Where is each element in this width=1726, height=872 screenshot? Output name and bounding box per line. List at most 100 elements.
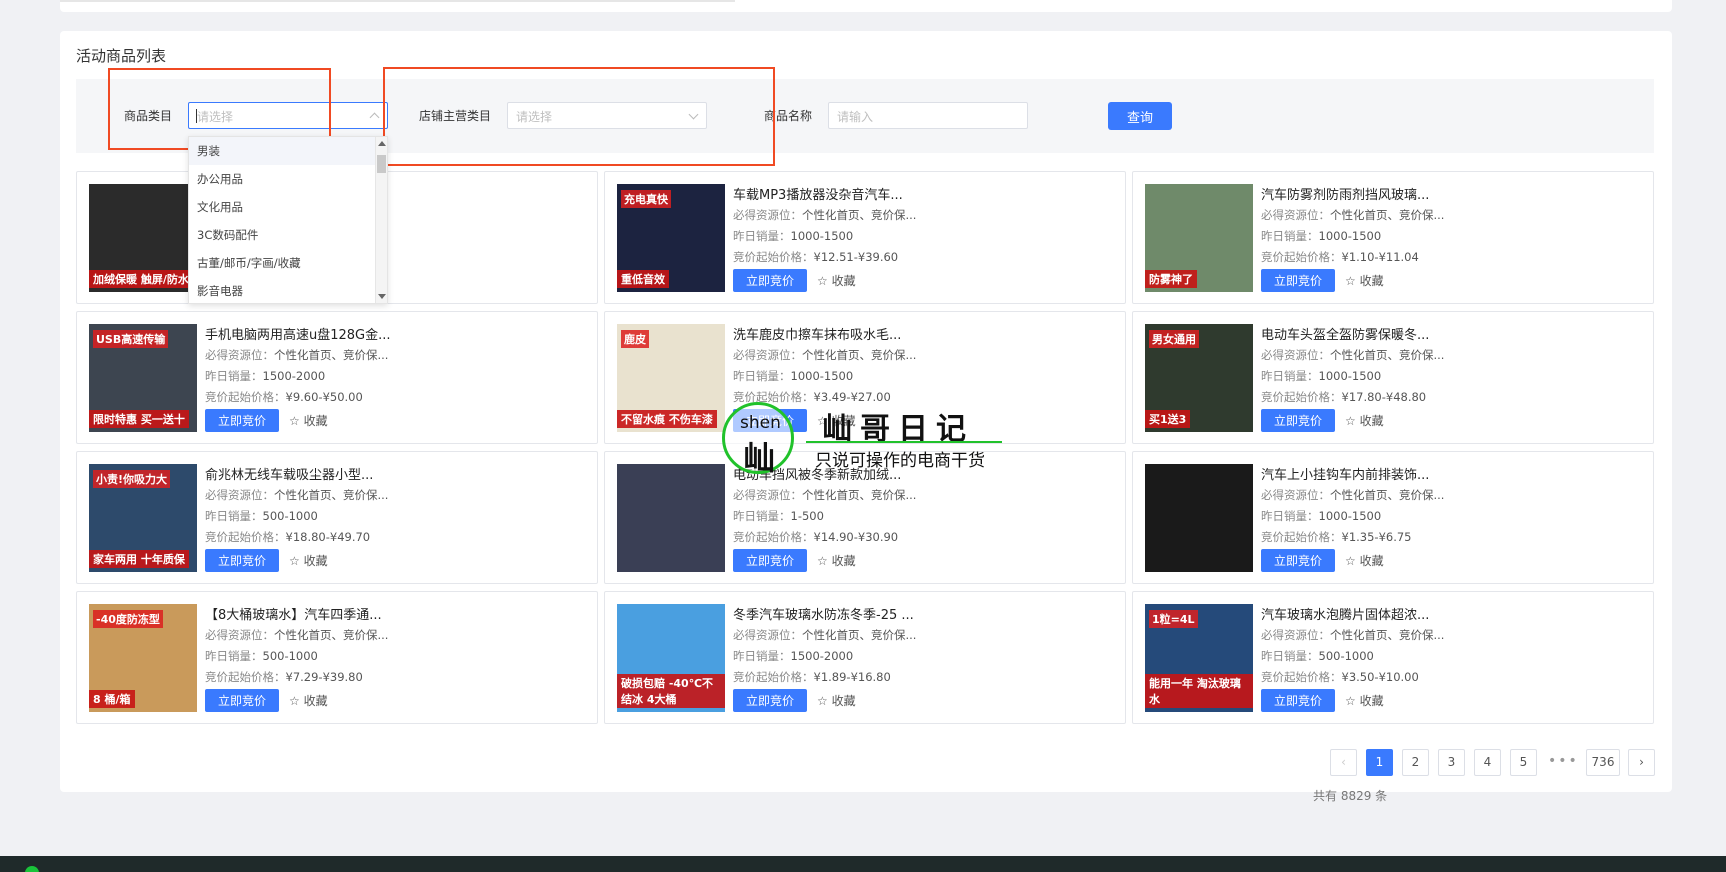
favorite-button[interactable]: ☆ 收藏 (289, 552, 328, 569)
category-option[interactable]: 男装 (189, 137, 387, 165)
product-name-input[interactable]: 请输入 (828, 102, 1028, 129)
product-card[interactable]: 破损包赔 -40℃不结冰 4大桶 冬季汽车玻璃水防冻冬季-25 ... 必得资源位：… (604, 591, 1126, 724)
resource-label: 必得资源位： (205, 348, 274, 362)
product-card[interactable]: 防雾神了 汽车防雾剂防雨剂挡风玻璃... 必得资源位：个性化首页、竞价保... 昨日销… (1132, 171, 1654, 304)
last-page-button[interactable]: 736 (1586, 749, 1620, 776)
favorite-button[interactable]: ☆ 收藏 (1345, 412, 1384, 429)
price-label: 竞价起始价格： (205, 670, 286, 684)
product-image[interactable] (1145, 464, 1253, 572)
product-title[interactable]: 俞兆林无线车载吸尘器小型... (205, 464, 373, 483)
page-button[interactable]: 4 (1474, 749, 1501, 776)
product-title[interactable]: 汽车上小挂钩车内前排装饰... (1261, 464, 1429, 483)
sales-line: 昨日销量：500-1000 (205, 508, 318, 524)
product-card[interactable]: 男女通用 买1送3 电动车头盔全盔防雾保暖冬... 必得资源位：个性化首页、竞价保..… (1132, 311, 1654, 444)
resource-label: 必得资源位： (1261, 488, 1330, 502)
product-title[interactable]: 汽车玻璃水泡腾片固体超浓... (1261, 604, 1429, 623)
bid-button[interactable]: 立即竞价 (733, 549, 807, 572)
product-card[interactable]: -40度防冻型 8 桶/箱 【8大桶玻璃水】汽车四季通... 必得资源位：个性化首页、… (76, 591, 598, 724)
resource-value: 个性化首页、竞价保... (1330, 208, 1445, 222)
resource-label: 必得资源位： (205, 488, 274, 502)
next-page-button[interactable]: › (1628, 749, 1655, 776)
product-title[interactable]: 电动车头盔全盔防雾保暖冬... (1261, 324, 1429, 343)
category-option[interactable]: 影音电器 (189, 277, 387, 303)
product-card[interactable]: USB高速传输 限时特惠 买一送十 手机电脑两用高速u盘128G金... 必得资源位：… (76, 311, 598, 444)
price-label: 竞价起始价格： (1261, 670, 1342, 684)
favorite-label: 收藏 (1359, 414, 1384, 428)
star-icon: ☆ (817, 694, 832, 708)
favorite-button[interactable]: ☆ 收藏 (289, 412, 328, 429)
product-name-placeholder: 请输入 (837, 110, 874, 124)
bid-button[interactable]: 立即竞价 (733, 269, 807, 292)
product-image[interactable]: 加绒保暖 触屏/防水 (89, 184, 197, 292)
image-tag: 8 桶/箱 (89, 690, 135, 708)
product-title[interactable]: 洗车鹿皮巾擦车抹布吸水毛... (733, 324, 901, 343)
sales-label: 昨日销量： (1261, 509, 1319, 523)
page-button[interactable]: 5 (1510, 749, 1537, 776)
sales-label: 昨日销量： (733, 509, 791, 523)
product-image[interactable]: -40度防冻型 8 桶/箱 (89, 604, 197, 712)
divider (60, 0, 735, 2)
bid-button[interactable]: 立即竞价 (205, 409, 279, 432)
bid-button[interactable]: 立即竞价 (205, 549, 279, 572)
category-option[interactable]: 古董/邮币/字画/收藏 (189, 249, 387, 277)
favorite-button[interactable]: ☆ 收藏 (817, 552, 856, 569)
product-card[interactable]: 小责!你吸力大 家车两用 十年质保 俞兆林无线车载吸尘器小型... 必得资源位：个性化… (76, 451, 598, 584)
page-ellipsis[interactable]: ••• (1548, 753, 1579, 769)
favorite-button[interactable]: ☆ 收藏 (817, 692, 856, 709)
app-icon[interactable] (25, 866, 39, 872)
bid-button[interactable]: 立即竞价 (1261, 549, 1335, 572)
panel-title: 活动商品列表 (76, 47, 167, 65)
product-card[interactable]: 充电真快 重低音效 车载MP3播放器没杂音汽车... 必得资源位：个性化首页、竞价保.… (604, 171, 1126, 304)
product-image[interactable]: 1粒=4L 能用一年 淘汰玻璃水 (1145, 604, 1253, 712)
category-dropdown: 男装 办公用品 文化用品 3C数码配件 古董/邮币/字画/收藏 影音电器 (188, 136, 388, 304)
product-title[interactable]: 冬季汽车玻璃水防冻冬季-25 ... (733, 604, 914, 623)
scroll-thumb[interactable] (377, 155, 386, 173)
resource-value: 个性化首页、竞价保... (274, 488, 389, 502)
category-option[interactable]: 办公用品 (189, 165, 387, 193)
bid-button[interactable]: 立即竞价 (1261, 689, 1335, 712)
product-image[interactable]: 男女通用 买1送3 (1145, 324, 1253, 432)
product-title[interactable]: 车载MP3播放器没杂音汽车... (733, 184, 903, 203)
product-title[interactable]: 汽车防雾剂防雨剂挡风玻璃... (1261, 184, 1429, 203)
sales-value: 500-1000 (262, 649, 318, 663)
image-tag: 加绒保暖 触屏/防水 (89, 270, 193, 288)
category-option[interactable]: 3C数码配件 (189, 221, 387, 249)
page-button[interactable]: 3 (1438, 749, 1465, 776)
resource-value: 个性化首页、竞价保... (1330, 628, 1445, 642)
page-button[interactable]: 1 (1366, 749, 1393, 776)
query-button[interactable]: 查询 (1108, 102, 1172, 130)
bid-button[interactable]: 立即竞价 (205, 689, 279, 712)
sales-value: 1000-1500 (790, 229, 854, 243)
scroll-up-icon[interactable] (378, 141, 386, 146)
page-button[interactable]: 2 (1402, 749, 1429, 776)
chevron-up-icon (369, 112, 380, 123)
image-tag: 防雾神了 (1145, 270, 1197, 288)
product-title[interactable]: 【8大桶玻璃水】汽车四季通... (205, 604, 382, 623)
bid-button[interactable]: 立即竞价 (1261, 269, 1335, 292)
product-image[interactable]: 小责!你吸力大 家车两用 十年质保 (89, 464, 197, 572)
prev-page-button[interactable]: ‹ (1330, 749, 1357, 776)
category-option[interactable]: 文化用品 (189, 193, 387, 221)
price-line: 竞价起始价格：¥18.80-¥49.70 (205, 529, 370, 545)
resource-value: 个性化首页、竞价保... (802, 208, 917, 222)
sales-line: 昨日销量：1000-1500 (1261, 508, 1381, 524)
product-image[interactable]: USB高速传输 限时特惠 买一送十 (89, 324, 197, 432)
favorite-button[interactable]: ☆ 收藏 (817, 272, 856, 289)
bid-button[interactable]: 立即竞价 (1261, 409, 1335, 432)
favorite-button[interactable]: ☆ 收藏 (289, 692, 328, 709)
bid-button[interactable]: 立即竞价 (733, 689, 807, 712)
favorite-button[interactable]: ☆ 收藏 (1345, 692, 1384, 709)
favorite-button[interactable]: ☆ 收藏 (1345, 552, 1384, 569)
scroll-down-icon[interactable] (378, 294, 386, 299)
product-image[interactable]: 破损包赔 -40℃不结冰 4大桶 (617, 604, 725, 712)
resource-line: 必得资源位：个性化首页、竞价保... (1261, 207, 1444, 223)
product-image[interactable]: 鹿皮 不留水痕 不伤车漆 (617, 324, 725, 432)
product-card[interactable]: 汽车上小挂钩车内前排装饰... 必得资源位：个性化首页、竞价保... 昨日销量：10… (1132, 451, 1654, 584)
product-title[interactable]: 手机电脑两用高速u盘128G金... (205, 324, 391, 343)
product-image[interactable]: 防雾神了 (1145, 184, 1253, 292)
product-image[interactable] (617, 464, 725, 572)
favorite-button[interactable]: ☆ 收藏 (1345, 272, 1384, 289)
product-card[interactable]: 1粒=4L 能用一年 淘汰玻璃水 汽车玻璃水泡腾片固体超浓... 必得资源位：个性化首… (1132, 591, 1654, 724)
product-image[interactable]: 充电真快 重低音效 (617, 184, 725, 292)
dropdown-scrollbar[interactable] (375, 137, 387, 303)
